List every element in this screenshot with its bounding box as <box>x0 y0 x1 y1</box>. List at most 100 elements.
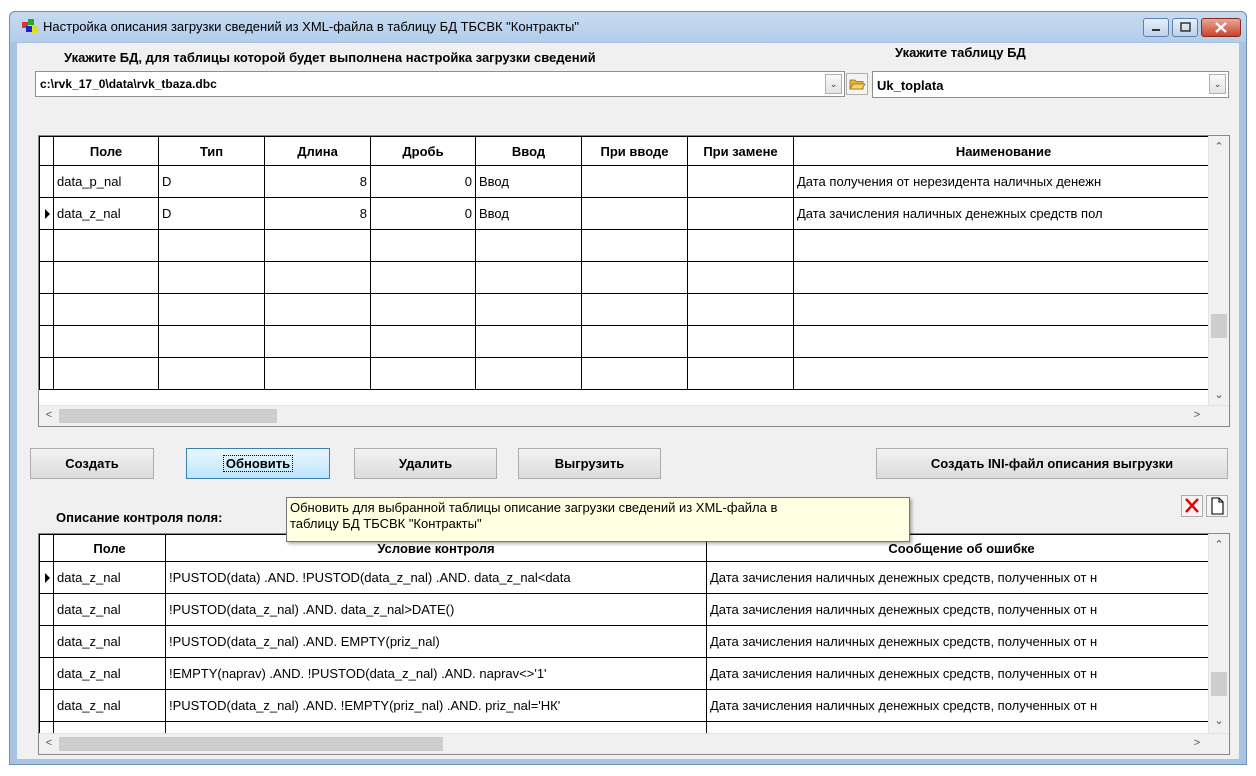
fields-grid[interactable]: Поле Тип Длина Дробь Ввод При вводе При … <box>38 135 1230 427</box>
minimize-button[interactable] <box>1143 18 1169 37</box>
cell-tip[interactable]: D <box>158 165 265 198</box>
col-header-vvod[interactable]: Ввод <box>475 136 582 166</box>
empty-row[interactable] <box>39 261 1214 294</box>
col-header-pole[interactable]: Поле <box>53 136 159 166</box>
maximize-icon <box>1180 22 1191 32</box>
col-header-drob[interactable]: Дробь <box>370 136 476 166</box>
cell-condition[interactable]: !PUSTOD(data) .AND. !PUSTOD(data_z_nal) … <box>165 561 707 594</box>
delete-row-button[interactable] <box>1181 495 1203 517</box>
scroll-left-icon[interactable]: < <box>39 409 59 421</box>
cell-pole[interactable]: data_z_nal <box>53 657 166 690</box>
scroll-thumb[interactable] <box>1211 672 1227 696</box>
control-grid[interactable]: Поле Условие контроля Сообщение об ошибк… <box>38 533 1230 755</box>
fields-horizontal-scrollbar[interactable]: < > <box>39 405 1229 426</box>
create-ini-button[interactable]: Создать INI-файл описания выгрузки <box>876 448 1228 479</box>
table-row[interactable]: data_z_nal !PUSTOD(data_z_nal) .AND. dat… <box>39 593 1217 626</box>
control-label: Описание контроля поля: <box>56 510 223 525</box>
scroll-right-icon[interactable]: > <box>1187 737 1207 749</box>
cell-vvod[interactable]: Ввод <box>475 197 582 230</box>
empty-row[interactable] <box>39 229 1214 262</box>
scroll-up-icon[interactable]: ⌃ <box>1209 538 1229 551</box>
new-row-button[interactable] <box>1206 495 1228 517</box>
scroll-left-icon[interactable]: < <box>39 737 59 749</box>
cell-pole[interactable]: data_z_nal <box>53 593 166 626</box>
table-row[interactable]: data_z_nal !PUSTOD(data_z_nal) .AND. EMP… <box>39 625 1217 658</box>
cell-pole[interactable]: data_z_nal <box>53 625 166 658</box>
cell-pole[interactable]: data_p_nal <box>53 165 159 198</box>
cell-condition[interactable]: !PUSTOD(data_z_nal) .AND. EMPTY(priz_nal… <box>165 625 707 658</box>
cell-error-message[interactable]: Дата зачисления наличных денежных средст… <box>706 657 1217 690</box>
app-icon <box>22 19 38 33</box>
scroll-thumb[interactable] <box>59 409 277 423</box>
export-button[interactable]: Выгрузить <box>518 448 661 479</box>
cell-drob[interactable]: 0 <box>370 197 476 230</box>
new-document-icon <box>1211 497 1224 515</box>
cell-dlina[interactable]: 8 <box>264 197 371 230</box>
scroll-thumb[interactable] <box>59 737 443 751</box>
cell-naimenovanie[interactable]: Дата зачисления наличных денежных средст… <box>793 197 1214 230</box>
cell-pole[interactable]: data_z_nal <box>53 689 166 722</box>
cell-error-message[interactable]: Дата зачисления наличных денежных средст… <box>706 689 1217 722</box>
scroll-right-icon[interactable]: > <box>1187 409 1207 421</box>
cell-condition[interactable]: !PUSTOD(data_z_nal) .AND. !EMPTY(priz_na… <box>165 689 707 722</box>
delete-button[interactable]: Удалить <box>354 448 497 479</box>
control-horizontal-scrollbar[interactable]: < > <box>39 733 1229 754</box>
table-select-value: Uk_toplata <box>877 78 944 93</box>
control-vertical-scrollbar[interactable]: ⌃ ⌄ <box>1208 534 1229 734</box>
dropdown-arrow-icon[interactable]: ⌄ <box>825 74 842 94</box>
col-header-pri-zamene[interactable]: При замене <box>687 136 794 166</box>
folder-open-button[interactable] <box>846 73 868 95</box>
cell-error-message[interactable]: Дата зачисления наличных денежных средст… <box>706 593 1217 626</box>
table-row[interactable]: data_p_nal D 8 0 Ввод Дата получения от … <box>39 165 1214 198</box>
row-indicator <box>39 561 54 594</box>
title-bar[interactable]: Настройка описания загрузки сведений из … <box>10 12 1246 42</box>
fields-vertical-scrollbar[interactable]: ⌃ ⌄ <box>1208 136 1229 406</box>
row-indicator <box>39 657 54 690</box>
header-indicator <box>39 136 54 166</box>
cell-error-message[interactable]: Дата зачисления наличных денежных средст… <box>706 625 1217 658</box>
delete-x-icon <box>1185 498 1199 513</box>
cell-pri-zamene[interactable] <box>687 165 794 198</box>
cell-condition[interactable]: !EMPTY(naprav) .AND. !PUSTOD(data_z_nal)… <box>165 657 707 690</box>
db-path-combo[interactable]: c:\rvk_17_0\data\rvk_tbaza.dbc ⌄ <box>35 71 845 97</box>
empty-row[interactable] <box>39 357 1214 390</box>
cell-pri-zamene[interactable] <box>687 197 794 230</box>
cell-pole[interactable]: data_z_nal <box>53 197 159 230</box>
fields-table: Поле Тип Длина Дробь Ввод При вводе При … <box>39 136 1214 390</box>
client-area: Укажите БД, для таблицы которой будет вы… <box>17 43 1239 759</box>
col-header-pri-vvode[interactable]: При вводе <box>581 136 688 166</box>
empty-row[interactable] <box>39 325 1214 358</box>
cell-condition[interactable]: !PUSTOD(data_z_nal) .AND. data_z_nal>DAT… <box>165 593 707 626</box>
cell-tip[interactable]: D <box>158 197 265 230</box>
table-select[interactable]: Uk_toplata ⌄ <box>872 71 1229 98</box>
folder-open-icon <box>849 79 866 90</box>
scroll-down-icon[interactable]: ⌄ <box>1209 714 1229 727</box>
cell-pri-vvode[interactable] <box>581 197 688 230</box>
table-row[interactable]: data_z_nal D 8 0 Ввод Дата зачисления на… <box>39 197 1214 230</box>
row-indicator <box>39 689 54 722</box>
cell-vvod[interactable]: Ввод <box>475 165 582 198</box>
update-button[interactable]: Обновить <box>186 448 330 479</box>
table-row[interactable]: data_z_nal !EMPTY(naprav) .AND. !PUSTOD(… <box>39 657 1217 690</box>
empty-row[interactable] <box>39 293 1214 326</box>
minimize-icon <box>1152 29 1160 31</box>
cell-error-message[interactable]: Дата зачисления наличных денежных средст… <box>706 561 1217 594</box>
close-button[interactable] <box>1201 18 1241 37</box>
scroll-up-icon[interactable]: ⌃ <box>1209 140 1229 153</box>
col-header-tip[interactable]: Тип <box>158 136 265 166</box>
create-button[interactable]: Создать <box>30 448 154 479</box>
scroll-thumb[interactable] <box>1211 314 1227 338</box>
col-header-naimenovanie[interactable]: Наименование <box>793 136 1214 166</box>
col-header-pole[interactable]: Поле <box>53 534 166 562</box>
col-header-dlina[interactable]: Длина <box>264 136 371 166</box>
scroll-down-icon[interactable]: ⌄ <box>1209 388 1229 401</box>
table-row[interactable]: data_z_nal !PUSTOD(data_z_nal) .AND. !EM… <box>39 689 1217 722</box>
cell-dlina[interactable]: 8 <box>264 165 371 198</box>
cell-drob[interactable]: 0 <box>370 165 476 198</box>
dropdown-arrow-icon[interactable]: ⌄ <box>1209 74 1226 94</box>
cell-naimenovanie[interactable]: Дата получения от нерезидента наличных д… <box>793 165 1214 198</box>
table-row[interactable]: data_z_nal !PUSTOD(data) .AND. !PUSTOD(d… <box>39 561 1217 594</box>
cell-pri-vvode[interactable] <box>581 165 688 198</box>
maximize-button[interactable] <box>1172 18 1198 37</box>
cell-pole[interactable]: data_z_nal <box>53 561 166 594</box>
